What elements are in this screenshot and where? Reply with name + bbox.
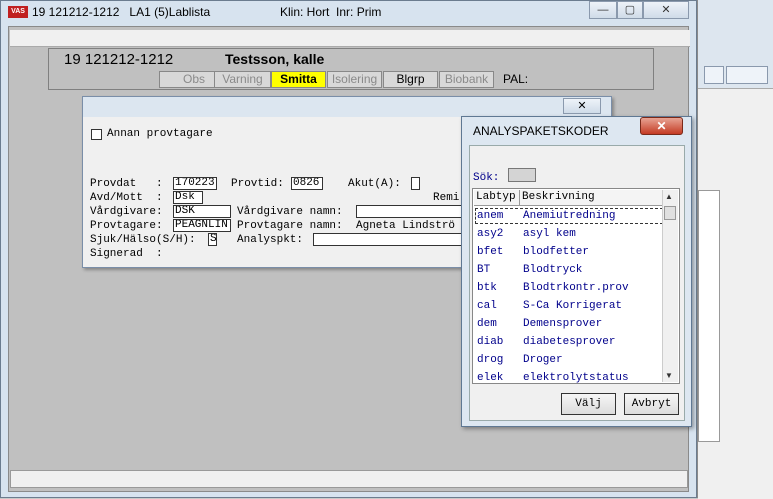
scroll-down-icon[interactable]: ▼	[665, 371, 673, 380]
analyspaketskoder-close-button[interactable]: ✕	[640, 117, 683, 135]
row-desc: Droger	[523, 354, 563, 366]
search-label: Sök:	[473, 172, 500, 184]
tab-biobank[interactable]: Biobank	[439, 71, 494, 88]
row-code: BT	[477, 264, 491, 276]
title-bar: VAS 19 121212-1212 LA1 (5)Lablista Klin:…	[0, 0, 695, 26]
avd-mott-label: Avd/Mott :	[90, 192, 163, 204]
row-desc: Demensprover	[523, 318, 603, 330]
row-desc: S-Ca Korrigerat	[523, 300, 623, 312]
list-item[interactable]: BT Blodtryck	[474, 261, 664, 279]
analyspkt-label: Analyspkt:	[237, 234, 304, 246]
bg-minimize-button[interactable]	[704, 66, 724, 84]
list-item[interactable]: dem Demensprover	[474, 315, 664, 333]
menu-strip	[10, 30, 690, 47]
tab-smitta[interactable]: Smitta	[271, 71, 326, 88]
app-icon: VAS	[8, 6, 28, 18]
analyspkt-field[interactable]	[313, 233, 462, 246]
sample-dialog-titlebar	[83, 97, 611, 117]
akut-field[interactable]	[411, 177, 420, 190]
row-desc: Blodtrkontr.prov	[523, 282, 629, 294]
vardgivare-namn-field[interactable]	[356, 205, 462, 218]
row-code: elek	[477, 372, 504, 384]
provtagare-label: Provtagare:	[90, 220, 163, 232]
bg-close-button[interactable]	[726, 66, 768, 84]
window-title: 19 121212-1212 LA1 (5)Lablista	[32, 5, 211, 19]
tab-varning[interactable]: Varning	[214, 71, 271, 88]
row-code: bfet	[477, 246, 504, 258]
row-desc: elektrolytstatus	[523, 372, 629, 384]
provtagare-namn-label: Provtagare namn:	[237, 220, 343, 232]
vardgivare-field[interactable]: DSK	[173, 205, 231, 218]
analys-list[interactable]: Labtyp Beskrivning anem Anemiutredning as…	[472, 188, 680, 384]
pal-label: PAL:	[503, 72, 529, 86]
vardgivare-namn-label: Vårdgivare namn:	[237, 206, 343, 218]
list-item[interactable]: elek elektrolytstatus	[474, 369, 664, 384]
patient-id: 19 121212-1212	[64, 51, 174, 68]
row-code: dem	[477, 318, 497, 330]
row-desc: Blodtryck	[523, 264, 583, 276]
avbryt-button[interactable]: Avbryt	[624, 393, 679, 415]
provtagare-field[interactable]: PEAGNLIN	[173, 219, 231, 232]
sample-dialog-close-button[interactable]: ✕	[563, 98, 601, 114]
minimize-button[interactable]: —	[589, 1, 617, 19]
column-header-beskrivning[interactable]: Beskrivning	[520, 190, 663, 206]
annan-provtagare-label: Annan provtagare	[107, 128, 213, 140]
status-bar	[10, 470, 688, 488]
provdat-field[interactable]: 170223	[173, 177, 217, 190]
akut-label: Akut(A):	[348, 178, 401, 190]
list-item[interactable]: asy2 asyl kem	[474, 225, 664, 243]
provtagare-namn-value: Agneta Lindströ	[356, 220, 456, 232]
list-scrollbar[interactable]: ▲ ▼	[662, 190, 678, 382]
maximize-button[interactable]: ▢	[617, 1, 643, 19]
analyspaketskoder-title: ANALYSPAKETSKODER	[473, 124, 609, 138]
scroll-up-icon[interactable]: ▲	[665, 192, 673, 201]
row-desc: diabetesprover	[523, 336, 616, 348]
provdat-label: Provdat :	[90, 178, 163, 190]
row-desc: asyl kem	[523, 228, 576, 240]
clinic-info: Klin: Hort Inr: Prim	[280, 5, 382, 19]
row-code: diab	[477, 336, 504, 348]
list-item[interactable]: anem Anemiutredning	[474, 207, 664, 225]
row-code: anem	[477, 210, 504, 222]
close-button[interactable]: ✕	[643, 1, 689, 19]
background-window	[697, 0, 773, 499]
bg-scrollbar[interactable]	[698, 190, 720, 442]
provtid-label: Provtid:	[231, 178, 284, 190]
list-item[interactable]: drog Droger	[474, 351, 664, 369]
sjuk-halso-field[interactable]: S	[208, 233, 217, 246]
avd-mott-field[interactable]: Dsk	[173, 191, 203, 204]
vardgivare-label: Vårdgivare:	[90, 206, 163, 218]
tab-isolering[interactable]: Isolering	[327, 71, 382, 88]
list-item[interactable]: diab diabetesprover	[474, 333, 664, 351]
column-header-labtyp[interactable]: Labtyp	[474, 190, 520, 206]
row-desc: Anemiutredning	[523, 210, 616, 222]
provtid-field[interactable]: 0826	[291, 177, 323, 190]
search-input[interactable]	[508, 168, 536, 182]
list-item[interactable]: cal S-Ca Korrigerat	[474, 297, 664, 315]
tab-blgrp[interactable]: Blgrp	[383, 71, 438, 88]
scroll-thumb[interactable]	[664, 206, 676, 220]
row-desc: blodfetter	[523, 246, 590, 258]
row-code: btk	[477, 282, 497, 294]
valj-button[interactable]: Välj	[561, 393, 616, 415]
list-item[interactable]: btk Blodtrkontr.prov	[474, 279, 664, 297]
signerad-label: Signerad :	[90, 248, 163, 260]
sjuk-halso-label: Sjuk/Hälso(S/H):	[90, 234, 196, 246]
annan-provtagare-checkbox[interactable]	[91, 129, 102, 140]
remi-label: Remi	[433, 192, 460, 204]
row-code: asy2	[477, 228, 504, 240]
row-code: cal	[477, 300, 497, 312]
row-code: drog	[477, 354, 504, 366]
patient-name: Testsson, kalle	[225, 51, 325, 67]
list-item[interactable]: bfet blodfetter	[474, 243, 664, 261]
